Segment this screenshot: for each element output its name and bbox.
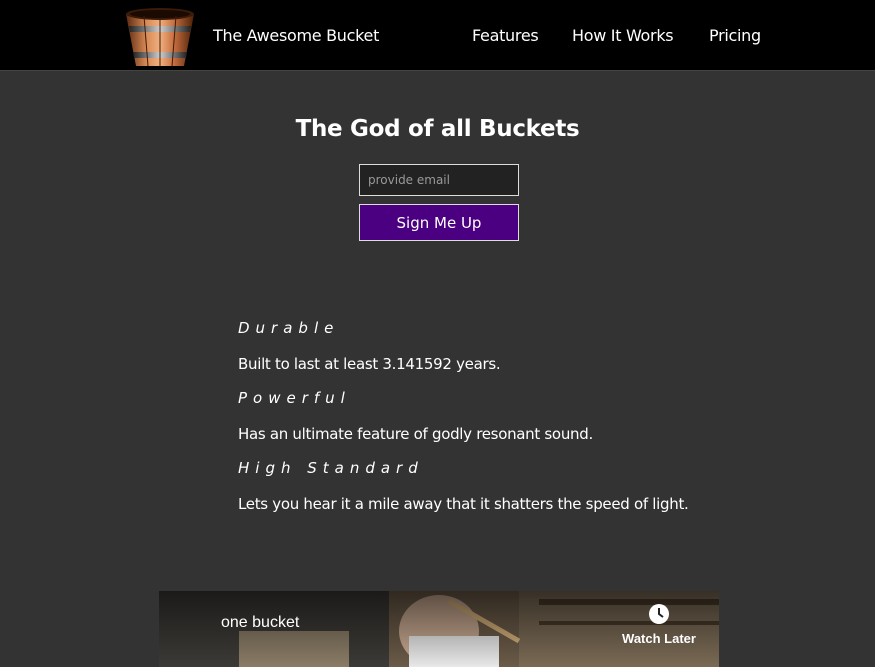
brand-name[interactable]: The Awesome Bucket (213, 26, 379, 45)
feature-heading-durable: Durable (238, 319, 340, 337)
watch-later-label: Watch Later (622, 631, 696, 646)
feature-text-high-standard: Lets you hear it a mile away that it sha… (238, 495, 689, 513)
watch-later-button[interactable]: Watch Later (619, 603, 699, 649)
feature-heading-powerful: Powerful (238, 389, 351, 407)
feature-text-durable: Built to last at least 3.141592 years. (238, 355, 501, 373)
clock-icon (649, 604, 669, 624)
nav-link-features[interactable]: Features (472, 26, 539, 45)
sign-up-button[interactable]: Sign Me Up (359, 204, 519, 241)
feature-text-powerful: Has an ultimate feature of godly resonan… (238, 425, 593, 443)
email-field[interactable] (359, 164, 519, 196)
site-header: The Awesome Bucket Features How It Works… (0, 0, 875, 71)
nav-link-how-it-works[interactable]: How It Works (572, 26, 674, 45)
nav-link-pricing[interactable]: Pricing (709, 26, 761, 45)
video-title[interactable]: one bucket (221, 614, 299, 632)
feature-heading-high-standard: High Standard (238, 459, 424, 477)
page-title: The God of all Buckets (295, 116, 580, 142)
video-embed[interactable]: one bucket Watch Later (159, 591, 719, 667)
bucket-logo-icon[interactable] (120, 4, 200, 70)
